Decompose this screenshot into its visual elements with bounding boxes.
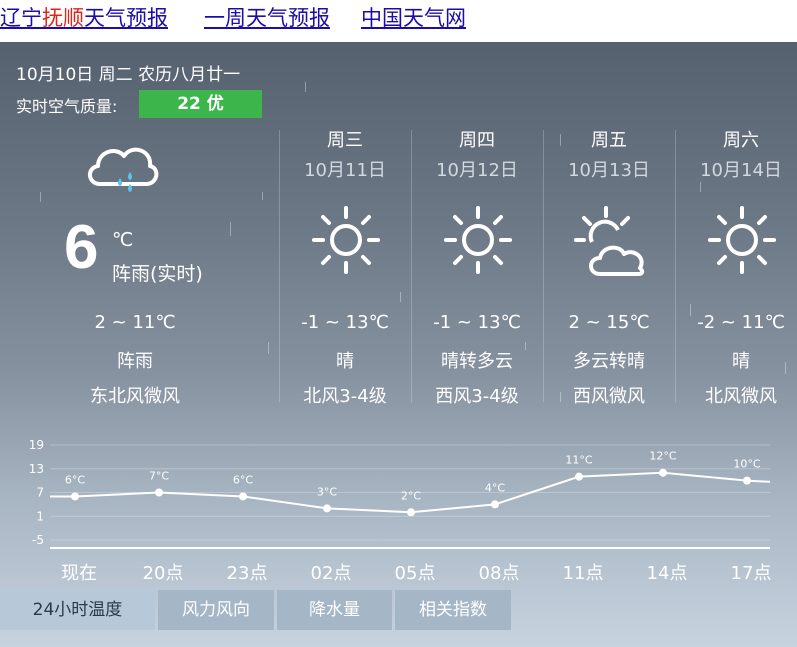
link-liaoning-fushun-weather[interactable]: 辽宁抚顺天气预报 xyxy=(0,2,168,32)
today-wind: 东北风微风 xyxy=(90,386,180,407)
data-label: 3°C xyxy=(317,485,337,498)
sun-cloud-icon xyxy=(570,202,650,286)
air-quality-badge[interactable]: 22 优 xyxy=(139,90,262,118)
top-links: 辽宁抚顺天气预报 一周天气预报 中国天气网 xyxy=(0,0,797,42)
cloud-rain-icon xyxy=(82,132,162,206)
wind-text: 西风3-4级 xyxy=(435,386,519,407)
y-tick-label: 13 xyxy=(29,462,44,476)
data-point[interactable] xyxy=(71,492,79,501)
link-prefix: 辽宁 xyxy=(0,6,42,30)
day-label: 周四 xyxy=(459,130,495,151)
data-label: 2°C xyxy=(401,489,421,502)
today-range: 2 ~ 11℃ xyxy=(94,312,176,333)
data-point[interactable] xyxy=(491,500,499,509)
data-point[interactable] xyxy=(239,492,247,501)
tab-precipitation[interactable]: 降水量 xyxy=(277,590,392,630)
wind-text: 北风3-4级 xyxy=(303,386,387,407)
weather-text: 晴 xyxy=(732,351,750,372)
link-highlight: 抚顺 xyxy=(42,6,84,30)
x-tick-label: 05点 xyxy=(394,563,436,584)
data-point[interactable] xyxy=(659,468,667,477)
y-tick-label: 1 xyxy=(36,509,44,523)
wind-text: 西风微风 xyxy=(573,386,645,407)
data-label: 6°C xyxy=(233,473,253,486)
link-suffix: 天气预报 xyxy=(84,6,168,30)
data-label: 10°C xyxy=(733,458,760,471)
data-label: 12°C xyxy=(649,450,676,463)
date-label: 10月12日 xyxy=(436,160,518,181)
sun-icon xyxy=(706,204,778,280)
data-point[interactable] xyxy=(155,488,163,497)
weather-text: 晴转多云 xyxy=(441,351,513,372)
x-tick-label: 17点 xyxy=(730,563,772,584)
wind-text: 北风微风 xyxy=(705,386,777,407)
data-label: 7°C xyxy=(149,470,169,483)
tab-related-indices[interactable]: 相关指数 xyxy=(395,590,511,630)
weather-panel: 10月10日 周二 农历八月廿一 实时空气质量: 22 优 6 ℃ 阵雨(实时)… xyxy=(0,42,797,647)
x-tick-label: 20点 xyxy=(142,563,184,584)
x-tick-label: 现在 xyxy=(61,563,97,584)
x-tick-label: 08点 xyxy=(478,563,520,584)
data-label: 11°C xyxy=(565,454,592,467)
current-temperature: 6 xyxy=(64,213,99,282)
today-weather: 阵雨 xyxy=(117,351,153,372)
temperature-unit: ℃ xyxy=(112,229,134,251)
sun-icon xyxy=(442,204,514,280)
data-label: 6°C xyxy=(65,473,85,486)
temp-range: -1 ~ 13℃ xyxy=(301,312,389,333)
x-tick-label: 23点 xyxy=(226,563,268,584)
link-week-forecast[interactable]: 一周天气预报 xyxy=(204,2,330,32)
x-tick-label: 14点 xyxy=(646,563,688,584)
sun-icon xyxy=(310,204,382,280)
data-point[interactable] xyxy=(407,508,415,517)
y-tick-label: 19 xyxy=(29,438,44,452)
data-point[interactable] xyxy=(743,476,751,485)
data-point[interactable] xyxy=(323,504,331,513)
x-tick-label: 02点 xyxy=(310,563,352,584)
date-label: 10月13日 xyxy=(568,160,650,181)
tab-24h-temperature[interactable]: 24小时温度 xyxy=(0,590,155,630)
air-quality-label: 实时空气质量: xyxy=(16,97,118,116)
current-date: 10月10日 周二 农历八月廿一 xyxy=(16,65,241,85)
weather-text: 晴 xyxy=(336,351,354,372)
day-label: 周五 xyxy=(591,130,627,151)
y-tick-label: 7 xyxy=(36,486,44,500)
temp-range: 2 ~ 15℃ xyxy=(568,312,650,333)
weather-text: 多云转晴 xyxy=(573,351,645,372)
x-tick-label: 11点 xyxy=(562,563,604,584)
date-label: 10月14日 xyxy=(700,160,782,181)
temp-range: -1 ~ 13℃ xyxy=(433,312,521,333)
day-label: 周六 xyxy=(723,130,759,151)
chart-tabs: 24小时温度 风力风向 降水量 相关指数 xyxy=(0,590,797,630)
date-label: 10月11日 xyxy=(304,160,386,181)
temp-range: -2 ~ 11℃ xyxy=(697,312,785,333)
current-condition: 阵雨(实时) xyxy=(112,263,203,285)
data-point[interactable] xyxy=(575,472,583,481)
data-label: 4°C xyxy=(485,481,505,494)
day-label: 周三 xyxy=(327,130,363,151)
link-china-weather[interactable]: 中国天气网 xyxy=(361,2,466,32)
y-tick-label: -5 xyxy=(32,533,44,547)
tab-wind[interactable]: 风力风向 xyxy=(158,590,274,630)
